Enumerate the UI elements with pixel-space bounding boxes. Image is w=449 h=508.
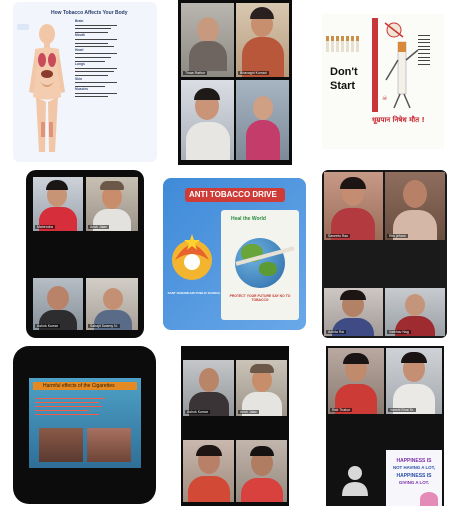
flower-icon xyxy=(420,492,438,506)
tile-video-call-4: Ashok Kumar Ansh Jalan xyxy=(181,346,289,506)
brand-label: Heal the World xyxy=(231,216,266,222)
poster-slogan: धूम्रपान निषेध मौत ! xyxy=(372,116,425,124)
quote-line-4: GIVING A LOT. xyxy=(398,480,430,485)
participant-name: Sahajit Swamy N. xyxy=(88,324,120,328)
school-logo-icon xyxy=(172,234,212,280)
slide-photo-2 xyxy=(87,428,131,462)
video-participant-1: Saveetu Rao xyxy=(324,172,383,240)
heal-the-world-panel: Heal the World PROTECT YOUR FUTURE SAY N… xyxy=(221,210,299,320)
drive-title: ANTI TOBACCO DRIVE xyxy=(189,190,277,199)
tile-harmful-effects-slide: Harmful effects of the Cigarettes ▬▬▬▬▬▬… xyxy=(13,346,156,504)
tile-anti-tobacco-drive: ANTI TOBACCO DRIVE SANT NARANKARI PUBLIC… xyxy=(163,178,306,330)
participant-name: Bhavaghi Kumari xyxy=(238,71,269,75)
poster-word-start: Start xyxy=(330,80,356,92)
participant-name: Ansh Jalan xyxy=(88,225,110,229)
infographic-title: How Tobacco Affects Your Body xyxy=(51,10,128,16)
tile-dont-start-poster: Don't Start ☠ ▬▬▬▬ ▬▬▬▬ ▬▬▬▬ ▬▬▬▬ ▬▬▬▬ ▬▬▬▬ ▬▬… xyxy=(322,14,444,149)
video-participant-1: Tinaa Rathor xyxy=(181,3,234,77)
drive-caption: PROTECT YOUR FUTURE SAY NO TO TOBACCO xyxy=(229,294,291,302)
quote-line-2: NOT HAVING A LOT, xyxy=(392,465,436,470)
slide-panel: Harmful effects of the Cigarettes ▬▬▬▬▬▬… xyxy=(29,378,141,468)
video-participant-4 xyxy=(236,440,287,502)
video-participant-4: Vaibhav Nag xyxy=(385,288,445,336)
participant-name: Vanshi Bhat Sr. xyxy=(388,408,416,412)
tile-video-call-1: Tinaa Rathor Bhavaghi Kumari xyxy=(178,0,292,165)
video-participant-2: Ansh Jalan xyxy=(236,360,287,416)
slide-title: Harmful effects of the Cigarettes xyxy=(43,383,115,389)
participant-name: Ashok Kumar xyxy=(35,324,61,328)
tile-tobacco-infographic: How Tobacco Affects Your Body Brain ▬▬▬▬… xyxy=(13,2,157,162)
quote-line-1: HAPPINESS IS xyxy=(396,458,432,464)
participant-name: Ashok Kumar xyxy=(185,410,211,414)
participant-name: Ritu jeham xyxy=(387,234,408,238)
video-participant-3: Ashok Kumar xyxy=(33,278,83,330)
happiness-quote: HAPPINESS IS NOT HAVING A LOT, HAPPINESS… xyxy=(386,450,442,506)
video-participant-4 xyxy=(236,80,289,160)
participant-name: Vaibhav Nag xyxy=(387,330,411,334)
avatar-placeholder-icon xyxy=(342,466,368,496)
participant-name: Tinaa Rathor xyxy=(183,71,208,75)
video-participant-1: Rati Thakur xyxy=(328,348,384,414)
cigarettes-icon xyxy=(326,36,359,52)
tile-video-call-2: Mahendra Ansh Jalan Ashok Kumar Sahajit … xyxy=(26,170,144,338)
participant-name: Rati Thakur xyxy=(330,408,353,412)
video-participant-1: Ashok Kumar xyxy=(183,360,234,416)
participant-name: Adhita Rai xyxy=(326,330,347,334)
video-participant-2: Vanshi Bhat Sr. xyxy=(386,348,442,414)
video-participant-4: Sahajit Swamy N. xyxy=(86,278,138,330)
participant-name: Ansh Jalan xyxy=(238,410,260,414)
participant-name: Saveetu Rao xyxy=(326,234,351,238)
body-silhouette-icon xyxy=(29,24,65,152)
video-participant-1: Mahendra xyxy=(33,177,83,231)
svg-text:☠: ☠ xyxy=(382,95,388,102)
tile-video-call-5: Rati Thakur Vanshi Bhat Sr. HAPPINESS IS… xyxy=(326,346,444,506)
slide-photo-1 xyxy=(39,428,83,462)
poster-word-dont: Don't xyxy=(330,66,358,78)
video-participant-2: Ansh Jalan xyxy=(86,177,138,231)
participant-name: Mahendra xyxy=(35,225,55,229)
video-participant-2: Ritu jeham xyxy=(385,172,445,240)
video-participant-3 xyxy=(183,440,234,502)
tile-video-call-3: Saveetu Rao Ritu jeham Adhita Rai Vaibha… xyxy=(322,170,447,338)
video-participant-3 xyxy=(181,80,234,160)
video-participant-3: Adhita Rai xyxy=(324,288,383,336)
school-name: SANT NARANKARI PUBLIC SCHOOL xyxy=(167,291,221,295)
video-participant-2: Bhavaghi Kumari xyxy=(236,3,289,77)
quote-line-3: HAPPINESS IS xyxy=(396,473,432,479)
